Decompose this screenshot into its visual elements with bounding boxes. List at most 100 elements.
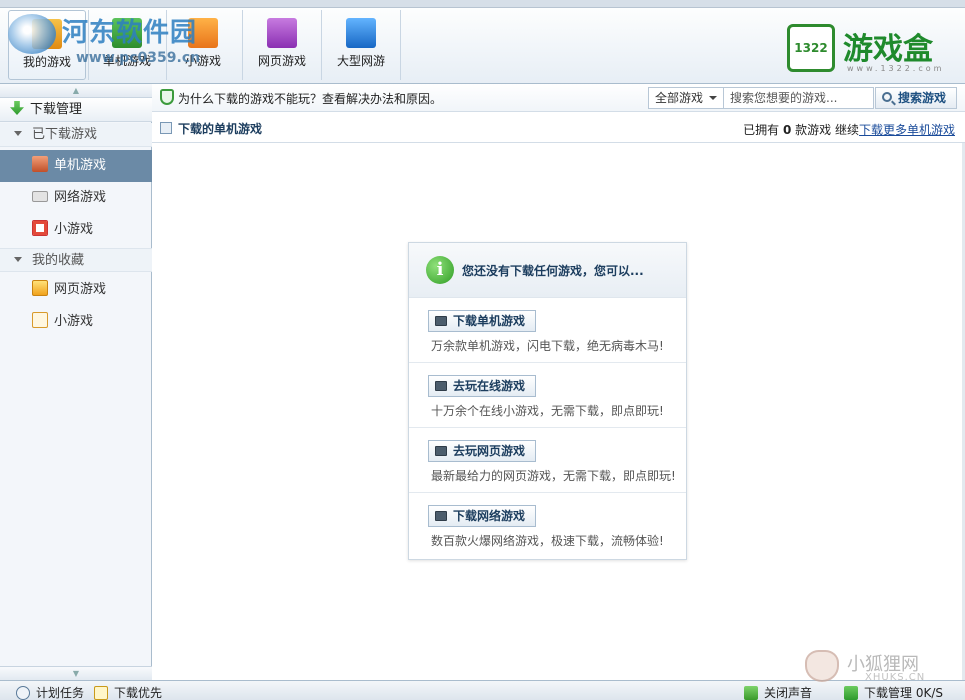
tab-label: 网页游戏 xyxy=(257,54,306,68)
search-icon xyxy=(882,92,892,102)
option-button-label: 下载网络游戏 xyxy=(453,509,526,523)
empty-state-card: i 您还没有下载任何游戏，您可以... 下载单机游戏 万余款单机游戏，闪电下载，… xyxy=(408,242,687,560)
clock-icon xyxy=(16,686,30,700)
option-description: 最新最给力的网页游戏，无需下载，即点即玩! xyxy=(431,469,676,483)
web-box-icon xyxy=(435,446,447,456)
owned-count: 0 xyxy=(782,123,792,137)
sidebar-group-favorites[interactable]: 我的收藏 xyxy=(0,248,152,272)
sidebar-group-label: 我的收藏 xyxy=(32,253,85,268)
top-toolbar: 我的游戏 单机游戏 小游戏 网页游戏 大型网游 1322 游戏盒 www.132… xyxy=(0,8,965,84)
tab-web-games[interactable]: 网页游戏 xyxy=(243,10,321,80)
card-title: 您还没有下载任何游戏，您可以... xyxy=(462,264,644,278)
search-input[interactable] xyxy=(724,87,874,109)
tip-link[interactable]: 为什么下载的游戏不能玩？查看解决办法和原因。 xyxy=(178,90,442,107)
sidebar: ▲ 下载管理 已下载游戏 单机游戏 网络游戏 小游戏 我的收藏 网页游戏 小游戏… xyxy=(0,84,152,680)
download-online-games-button[interactable]: 下载网络游戏 xyxy=(428,505,537,527)
owned-suffix: 款游戏 xyxy=(795,123,832,137)
owned-prefix: 已拥有 xyxy=(743,123,780,137)
sidebar-download-manage[interactable]: 下载管理 xyxy=(0,98,152,122)
flash-games-icon xyxy=(188,18,218,48)
game-box-icon xyxy=(435,511,447,521)
sidebar-head-label: 下载管理 xyxy=(30,102,83,117)
filter-selected-value: 全部游戏 xyxy=(655,91,704,105)
sidebar-item-online-games[interactable]: 网络游戏 xyxy=(0,182,152,214)
download-priority-button[interactable]: 下载优先 xyxy=(94,684,162,700)
chevron-down-icon xyxy=(709,96,717,100)
sidebar-scroll-up[interactable]: ▲ xyxy=(0,84,152,98)
option-play-web: 去玩网页游戏 最新最给力的网页游戏，无需下载，即点即玩! xyxy=(409,428,686,493)
sidebar-item-label: 网页游戏 xyxy=(54,282,107,297)
option-button-label: 去玩在线游戏 xyxy=(453,379,526,393)
option-button-label: 去玩网页游戏 xyxy=(453,444,526,458)
sidebar-item-single-games[interactable]: 单机游戏 xyxy=(0,150,152,182)
option-description: 万余款单机游戏，闪电下载，绝无病毒木马! xyxy=(431,339,664,353)
brand-name: 游戏盒 xyxy=(843,32,933,67)
download-manage-label: 下载管理 xyxy=(864,686,913,700)
tab-flash-games[interactable]: 小游戏 xyxy=(164,10,242,80)
download-manage-status[interactable]: 下载管理 0K/S xyxy=(844,684,943,700)
sidebar-scroll-down[interactable]: ▼ xyxy=(0,666,152,680)
schedule-task-button[interactable]: 计划任务 xyxy=(16,684,84,700)
tab-my-games[interactable]: 我的游戏 xyxy=(8,10,86,80)
play-online-games-button[interactable]: 去玩在线游戏 xyxy=(428,375,537,397)
mute-button[interactable]: 关闭声音 xyxy=(744,684,812,700)
option-play-online: 去玩在线游戏 十万余个在线小游戏，无需下载，即点即玩! xyxy=(409,363,686,428)
brand-url: www.1322.com xyxy=(847,64,945,73)
flash-icon xyxy=(32,220,48,236)
sidebar-item-label: 小游戏 xyxy=(54,314,94,329)
online-games-icon xyxy=(346,18,376,48)
lightning-icon xyxy=(94,686,108,700)
option-download-online: 下载网络游戏 数百款火爆网络游戏，极速下载，流畅体验! xyxy=(409,493,686,558)
schedule-label: 计划任务 xyxy=(36,686,85,700)
search-button[interactable]: 搜索游戏 xyxy=(875,87,957,109)
list-header: 下载的单机游戏 已拥有 0 款游戏 继续下载更多单机游戏 xyxy=(152,113,965,143)
list-icon xyxy=(160,122,172,134)
tab-label: 大型网游 xyxy=(336,54,385,68)
continue-text: 继续 xyxy=(834,123,859,137)
sidebar-item-fav-flash-games[interactable]: 小游戏 xyxy=(0,306,152,338)
brand-logo: 1322 游戏盒 www.1322.com xyxy=(787,24,947,80)
option-description: 数百款火爆网络游戏，极速下载，流畅体验! xyxy=(431,534,664,548)
download-arrow-icon xyxy=(844,686,858,700)
tab-single-games[interactable]: 单机游戏 xyxy=(88,10,166,80)
option-download-single: 下载单机游戏 万余款单机游戏，闪电下载，绝无病毒木马! xyxy=(409,298,686,363)
sidebar-item-label: 单机游戏 xyxy=(54,158,107,173)
download-more-link[interactable]: 下载更多单机游戏 xyxy=(859,123,955,137)
game-filter-select[interactable]: 全部游戏 xyxy=(648,87,724,109)
keyboard-icon xyxy=(32,191,48,202)
info-icon: i xyxy=(426,256,454,284)
option-description: 十万余个在线小游戏，无需下载，即点即玩! xyxy=(431,404,664,418)
tab-label: 单机游戏 xyxy=(102,54,151,68)
download-speed: 0K/S xyxy=(915,686,944,700)
collapse-triangle-icon xyxy=(14,131,22,136)
mute-label: 关闭声音 xyxy=(764,686,813,700)
sidebar-group-downloaded[interactable]: 已下载游戏 xyxy=(0,123,152,147)
tab-label: 小游戏 xyxy=(184,54,221,68)
toolbar-divider xyxy=(400,10,401,80)
main-panel: 为什么下载的游戏不能玩？查看解决办法和原因。 全部游戏 搜索游戏 下载的单机游戏… xyxy=(152,84,965,680)
download-box-icon xyxy=(435,316,447,326)
status-bar: 计划任务 下载优先 关闭声音 下载管理 0K/S xyxy=(0,680,965,700)
web-games-icon xyxy=(267,18,297,48)
brand-logo-mark: 1322 xyxy=(787,24,835,72)
collapse-triangle-icon xyxy=(14,257,22,262)
sidebar-item-label: 网络游戏 xyxy=(54,190,107,205)
play-web-games-button[interactable]: 去玩网页游戏 xyxy=(428,440,537,462)
owned-summary: 已拥有 0 款游戏 继续下载更多单机游戏 xyxy=(743,121,955,138)
sidebar-item-label: 小游戏 xyxy=(54,222,94,237)
sidebar-group-label: 已下载游戏 xyxy=(32,127,98,142)
download-single-games-button[interactable]: 下载单机游戏 xyxy=(428,310,537,332)
pencil-icon xyxy=(32,312,48,328)
tab-online-games[interactable]: 大型网游 xyxy=(322,10,400,80)
priority-label: 下载优先 xyxy=(114,686,163,700)
sidebar-item-flash-games[interactable]: 小游戏 xyxy=(0,214,152,246)
search-button-label: 搜索游戏 xyxy=(898,91,947,105)
shield-icon xyxy=(160,89,174,105)
window-title-bar xyxy=(0,0,965,8)
sidebar-item-fav-web-games[interactable]: 网页游戏 xyxy=(0,274,152,306)
flash-box-icon xyxy=(435,381,447,391)
single-game-icon xyxy=(32,156,48,172)
download-arrow-icon xyxy=(10,101,24,115)
single-games-icon xyxy=(112,18,142,48)
web-game-icon xyxy=(32,280,48,296)
